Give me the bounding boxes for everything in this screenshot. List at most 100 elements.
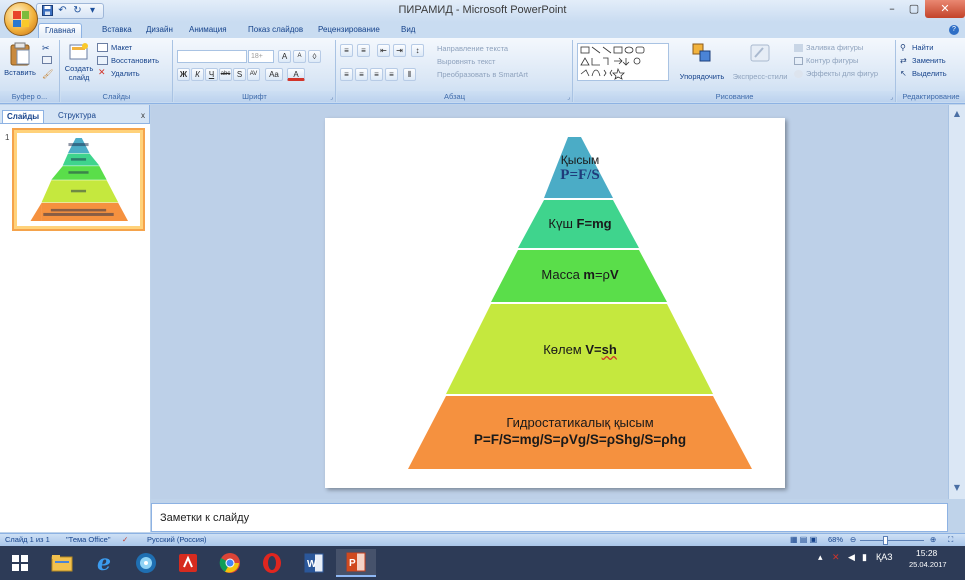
shape-fill-button[interactable]: Заливка фигуры (806, 43, 863, 52)
shapes-gallery[interactable] (577, 43, 669, 81)
word-icon[interactable]: W (294, 549, 334, 577)
help-icon[interactable]: ? (949, 25, 959, 35)
zoom-slider-thumb[interactable] (883, 536, 888, 545)
find-button[interactable]: Найти (912, 43, 933, 52)
change-case-button[interactable]: Aa (265, 68, 283, 81)
scroll-up-icon[interactable]: ▲ (951, 109, 963, 121)
tray-signal-icon[interactable]: ▮ (862, 552, 867, 563)
tab-design[interactable]: Дизайн (140, 23, 179, 38)
opera-icon[interactable] (252, 549, 292, 577)
cut-icon[interactable]: ✂ (42, 43, 50, 54)
format-painter-icon[interactable]: 🖌 (42, 69, 53, 80)
underline-button[interactable]: Ч (205, 68, 218, 81)
align-center-icon[interactable]: ≡ (355, 68, 368, 81)
zoom-level[interactable]: 68% (828, 535, 843, 544)
shrink-font-icon[interactable]: A (293, 50, 306, 63)
level2-formula: F=mg (576, 216, 612, 231)
justify-icon[interactable]: ≡ (385, 68, 398, 81)
quick-styles-button[interactable]: Экспресс-стили (730, 42, 790, 81)
pane-close-icon[interactable]: x (141, 111, 145, 120)
font-dialog-launcher-icon[interactable]: ⌟ (330, 94, 333, 101)
copy-icon[interactable] (42, 56, 52, 64)
slides-pane-tabs: Слайды Структура x (0, 108, 150, 123)
clear-format-icon[interactable]: ◊ (308, 50, 321, 63)
replace-button[interactable]: Заменить (912, 56, 946, 65)
tray-date[interactable]: 25.04.2017 (909, 560, 947, 569)
reset-button[interactable]: Восстановить (111, 56, 159, 65)
save-icon[interactable] (41, 5, 54, 17)
internet-explorer-icon[interactable]: e (84, 549, 124, 577)
powerpoint-icon[interactable]: P (336, 549, 376, 577)
tray-language[interactable]: ҚАЗ (876, 552, 893, 562)
shape-outline-button[interactable]: Контур фигуры (806, 56, 858, 65)
line-spacing-icon[interactable]: ↕ (411, 44, 424, 57)
font-color-button[interactable]: A (287, 68, 305, 81)
acrobat-icon[interactable] (168, 549, 208, 577)
tab-insert[interactable]: Вставка (96, 23, 138, 38)
tab-slideshow[interactable]: Показ слайдов (242, 23, 309, 38)
tab-view[interactable]: Вид (395, 23, 421, 38)
tab-home[interactable]: Главная (38, 23, 83, 38)
new-slide-button[interactable]: Создать слайд (63, 42, 95, 82)
grow-font-icon[interactable]: A (278, 50, 291, 63)
minimize-button[interactable]: – (881, 0, 903, 18)
align-left-icon[interactable]: ≡ (340, 68, 353, 81)
zoom-slider[interactable] (860, 540, 924, 541)
layout-button[interactable]: Макет (111, 43, 132, 52)
slide-canvas[interactable]: Қысым P=F/S Күш F=mg Масса m=ρV Көлем V=… (325, 118, 785, 488)
spellcheck-icon[interactable]: ✓ (122, 535, 128, 544)
redo-icon[interactable]: ↻ (71, 5, 84, 17)
zoom-out-icon[interactable]: ⊖ (850, 535, 856, 544)
font-name-combo[interactable] (177, 50, 247, 63)
tab-animation[interactable]: Анимация (183, 23, 233, 38)
align-text-button[interactable]: Выровнять текст (437, 57, 495, 66)
close-button[interactable]: ✕ (925, 0, 965, 18)
group-label-drawing: Рисование (574, 91, 895, 102)
file-explorer-icon[interactable] (42, 549, 82, 577)
font-size-combo[interactable]: 18+ (248, 50, 274, 63)
tray-network-warning-icon[interactable]: ✕ (832, 552, 840, 563)
tab-outline[interactable]: Структура (54, 110, 100, 123)
tray-volume-icon[interactable]: ◀ (848, 552, 855, 563)
arrange-button[interactable]: Упорядочить (674, 42, 730, 81)
group-label-font: Шрифт (174, 91, 335, 102)
chrome-icon[interactable] (210, 549, 250, 577)
slide-thumbnail[interactable] (12, 128, 145, 231)
drawing-dialog-launcher-icon[interactable]: ⌟ (890, 94, 893, 101)
maximize-button[interactable]: ▢ (903, 0, 925, 18)
undo-icon[interactable]: ↶ (56, 5, 69, 17)
zoom-in-icon[interactable]: ⊕ (930, 535, 936, 544)
media-app-icon[interactable] (126, 549, 166, 577)
tab-slides[interactable]: Слайды (2, 110, 45, 123)
strikethrough-button[interactable]: abc (219, 68, 232, 81)
binoculars-icon: ⚲ (900, 43, 906, 52)
tray-show-hidden-icon[interactable]: ▴ (818, 552, 823, 563)
align-right-icon[interactable]: ≡ (370, 68, 383, 81)
bold-button[interactable]: Ж (177, 68, 190, 81)
shape-effects-button[interactable]: Эффекты для фигур (806, 69, 878, 78)
tab-review[interactable]: Рецензирование (312, 23, 386, 38)
fit-to-window-icon[interactable]: ⛶ (948, 535, 953, 545)
status-language[interactable]: Русский (Россия) (147, 535, 207, 544)
office-button[interactable] (4, 2, 38, 36)
select-button[interactable]: Выделить (912, 69, 947, 78)
text-direction-button[interactable]: Направление текста (437, 44, 508, 53)
bullets-icon[interactable]: ≡ (340, 44, 353, 57)
numbering-icon[interactable]: ≡ (357, 44, 370, 57)
tray-time[interactable]: 15:28 (916, 548, 937, 558)
shadow-button[interactable]: S (233, 68, 246, 81)
smartart-button[interactable]: Преобразовать в SmartArt (437, 70, 528, 79)
char-spacing-button[interactable]: AV (247, 68, 260, 81)
vertical-scrollbar[interactable]: ▲ ▼ (948, 105, 965, 499)
paragraph-dialog-launcher-icon[interactable]: ⌟ (567, 94, 570, 101)
paste-button[interactable]: Вставить (2, 42, 38, 77)
columns-icon[interactable]: ⫴ (403, 68, 416, 81)
windows-start-icon[interactable] (0, 549, 40, 577)
scroll-down-icon[interactable]: ▼ (951, 483, 963, 495)
customize-icon[interactable]: ▾ (86, 5, 99, 17)
delete-button[interactable]: Удалить (111, 69, 140, 78)
italic-button[interactable]: К (191, 68, 204, 81)
notes-pane[interactable]: Заметки к слайду (151, 503, 948, 532)
increase-indent-icon[interactable]: ⇥ (393, 44, 406, 57)
decrease-indent-icon[interactable]: ⇤ (377, 44, 390, 57)
